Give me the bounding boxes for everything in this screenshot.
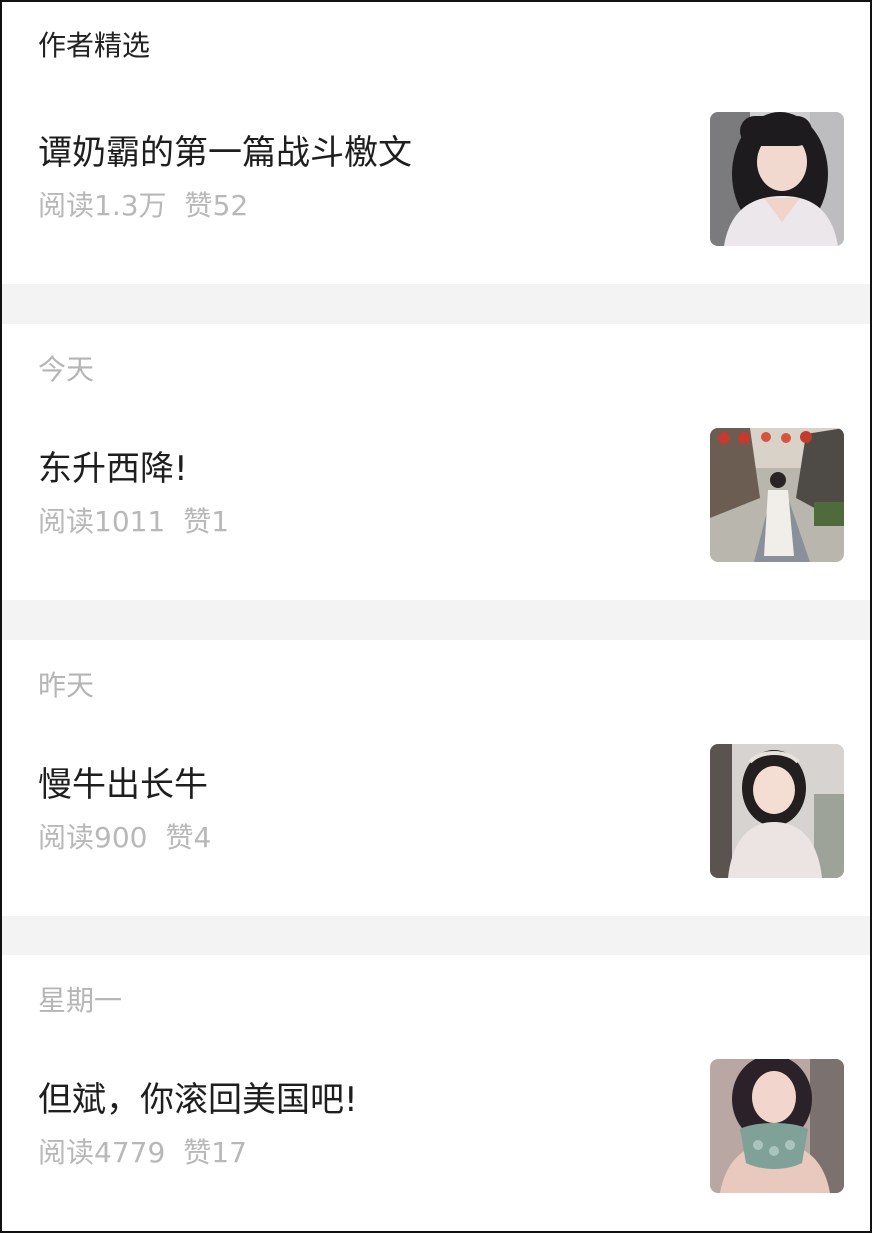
date-heading: 星期一 [38,984,123,1017]
article-stats: 阅读900 赞4 [38,824,211,852]
date-heading: 今天 [38,353,95,386]
article-thumbnail[interactable] [710,112,844,246]
reads-label: 阅读 [38,189,95,222]
date-section: 昨天 慢牛出长牛 阅读900 赞4 [2,640,870,916]
featured-section: 作者精选 谭奶霸的第一篇战斗檄文 阅读1.3万 赞52 [2,2,870,284]
date-section: 星期一 但斌，你滚回美国吧! 阅读4779 赞17 [2,955,870,1231]
article-stats: 阅读1.3万 赞52 [38,192,248,220]
article-item[interactable]: 东升西降! 阅读1011 赞1 [2,428,870,568]
photo-girl-portrait-icon [710,744,844,878]
reads-label: 阅读 [38,1136,95,1169]
article-item[interactable]: 但斌，你滚回美国吧! 阅读4779 赞17 [2,1059,870,1199]
reads-label: 阅读 [38,505,95,538]
photo-street-scene-icon [710,428,844,562]
likes-count: 52 [212,189,249,222]
article-thumbnail[interactable] [710,428,844,562]
date-heading: 昨天 [38,669,95,702]
article-title[interactable]: 谭奶霸的第一篇战斗檄文 [38,136,412,170]
article-stats: 阅读1011 赞1 [38,508,229,536]
article-stats: 阅读4779 赞17 [38,1139,247,1167]
article-title[interactable]: 东升西降! [38,452,188,486]
reads-count: 900 [94,821,148,854]
reads-count: 1.3万 [94,189,167,222]
featured-heading: 作者精选 [38,29,151,62]
reads-count: 1011 [94,505,166,538]
photo-woman-lace-icon [710,1059,844,1193]
article-title[interactable]: 但斌，你滚回美国吧! [38,1083,358,1117]
photo-woman-portrait-icon [710,112,844,246]
article-item[interactable]: 谭奶霸的第一篇战斗檄文 阅读1.3万 赞52 [2,112,870,252]
likes-label: 赞 [165,821,194,854]
reads-count: 4779 [94,1136,166,1169]
date-section: 今天 东升西降! 阅读1011 赞1 [2,324,870,600]
likes-count: 4 [193,821,212,854]
reads-label: 阅读 [38,821,95,854]
article-item[interactable]: 慢牛出长牛 阅读900 赞4 [2,744,870,884]
article-list-page: 作者精选 谭奶霸的第一篇战斗檄文 阅读1.3万 赞52 今天 东升西降! 阅读1… [0,0,872,1233]
article-thumbnail[interactable] [710,1059,844,1193]
likes-label: 赞 [183,1136,212,1169]
likes-count: 17 [211,1136,247,1169]
article-title[interactable]: 慢牛出长牛 [38,768,208,802]
likes-label: 赞 [183,505,212,538]
likes-count: 1 [211,505,230,538]
article-thumbnail[interactable] [710,744,844,878]
likes-label: 赞 [184,189,213,222]
